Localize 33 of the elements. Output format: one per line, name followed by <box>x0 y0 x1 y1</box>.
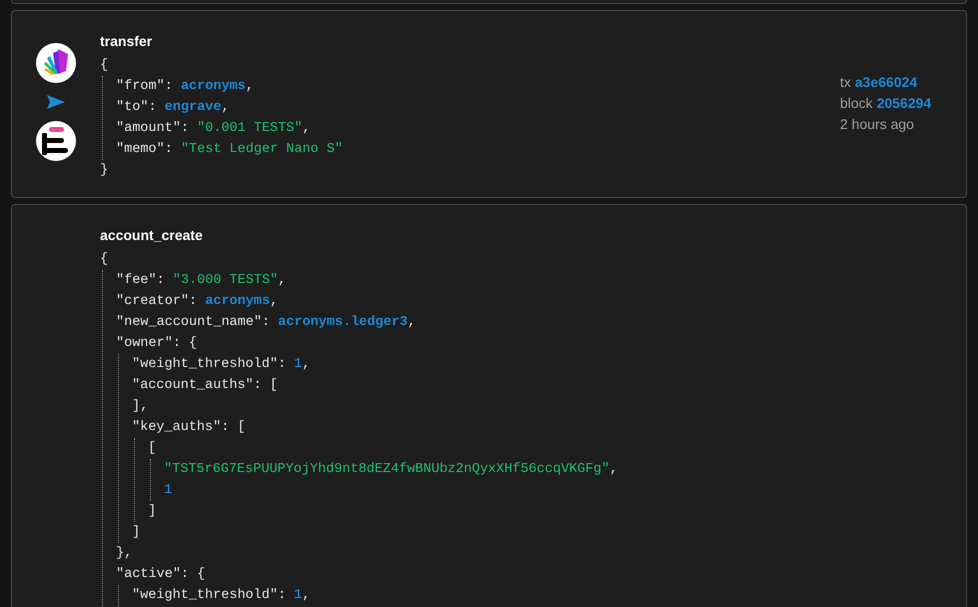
code-line: "account_auths": [ <box>132 377 279 395</box>
send-icon <box>47 95 65 109</box>
code-line: "memo": "Test Ledger Nano S" <box>116 141 344 159</box>
avatar-logo[interactable] <box>36 121 76 161</box>
code-line: "new_account_name": acronyms.ledger3, <box>116 314 417 332</box>
code-line: "from": acronyms, <box>116 78 255 96</box>
code-line: [ <box>148 440 158 458</box>
code-line: "key_auths": [ <box>132 419 246 437</box>
operation-title: account_create <box>100 226 204 245</box>
operation-title: transfer <box>100 32 154 51</box>
code-line: "weight_threshold": 1, <box>132 356 312 374</box>
code-line: "creator": acronyms, <box>116 293 280 311</box>
code-line: 1 <box>164 482 174 500</box>
code-line: "to": engrave, <box>116 99 230 117</box>
code-line: "amount": "0.001 TESTS", <box>116 120 312 138</box>
code-line: } <box>100 162 110 180</box>
code-line: "fee": "3.000 TESTS", <box>116 272 288 290</box>
avatar-logo[interactable] <box>36 43 76 83</box>
code-line: "weight_threshold": 1, <box>132 587 312 605</box>
code-line: "TST5r6G7EsPUUPYojYhd9nt8dEZ4fwBNUbz2nQyxXHf56ccqVKGFg", <box>164 461 619 479</box>
code-line: "owner": { <box>116 335 198 353</box>
block-label: block <box>840 94 873 113</box>
code-line: ] <box>132 524 142 542</box>
tx-link[interactable]: a3e66024 <box>854 72 918 93</box>
code-line: "active": { <box>116 566 206 584</box>
code-line: ] <box>148 503 158 521</box>
block-link[interactable]: 2056294 <box>876 93 932 114</box>
code-line: { <box>100 57 110 75</box>
timestamp: 2 hours ago <box>840 115 915 134</box>
code-line: { <box>100 251 110 269</box>
code-line: }, <box>116 545 134 563</box>
tx-label: tx <box>840 73 851 92</box>
code-line: ], <box>132 398 150 416</box>
